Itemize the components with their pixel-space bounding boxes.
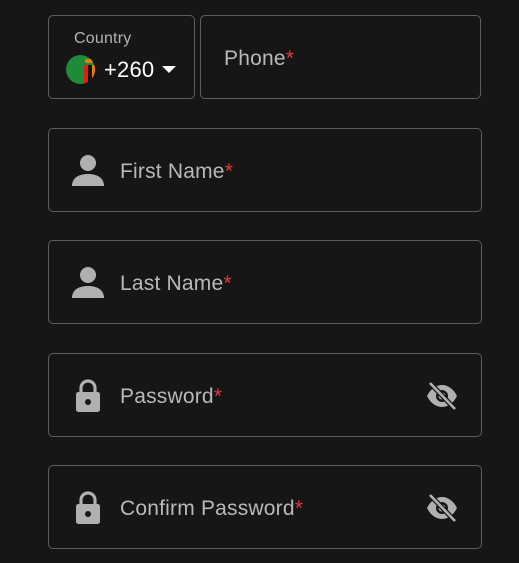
country-label: Country <box>74 30 132 47</box>
last-name-field[interactable]: Last Name* <box>48 240 482 324</box>
first-name-field[interactable]: First Name* <box>48 128 482 212</box>
lock-icon <box>71 490 105 526</box>
last-name-placeholder: Last Name* <box>120 272 232 295</box>
required-asterisk: * <box>213 385 223 408</box>
eye-off-icon[interactable] <box>425 492 459 524</box>
registration-form: Country +260 Phone* First Name* Last Nam… <box>0 0 519 563</box>
lock-icon <box>71 378 105 414</box>
required-asterisk: * <box>224 160 234 183</box>
password-placeholder: Password* <box>120 385 223 408</box>
zambia-flag-icon <box>66 55 95 84</box>
confirm-password-field[interactable]: Confirm Password* <box>48 465 482 549</box>
phone-placeholder: Phone* <box>224 47 295 70</box>
dial-code-value: +260 <box>104 57 155 82</box>
country-code-select[interactable]: Country +260 <box>48 15 195 99</box>
required-asterisk: * <box>223 272 232 295</box>
phone-field[interactable]: Phone* <box>200 15 481 99</box>
person-icon <box>71 153 105 189</box>
first-name-placeholder: First Name* <box>120 160 234 183</box>
dropdown-caret-icon[interactable] <box>162 66 176 73</box>
confirm-password-placeholder: Confirm Password* <box>120 497 304 520</box>
required-asterisk: * <box>294 497 304 520</box>
eye-off-icon[interactable] <box>425 380 459 412</box>
password-field[interactable]: Password* <box>48 353 482 437</box>
person-icon <box>71 265 105 301</box>
required-asterisk: * <box>285 47 295 70</box>
